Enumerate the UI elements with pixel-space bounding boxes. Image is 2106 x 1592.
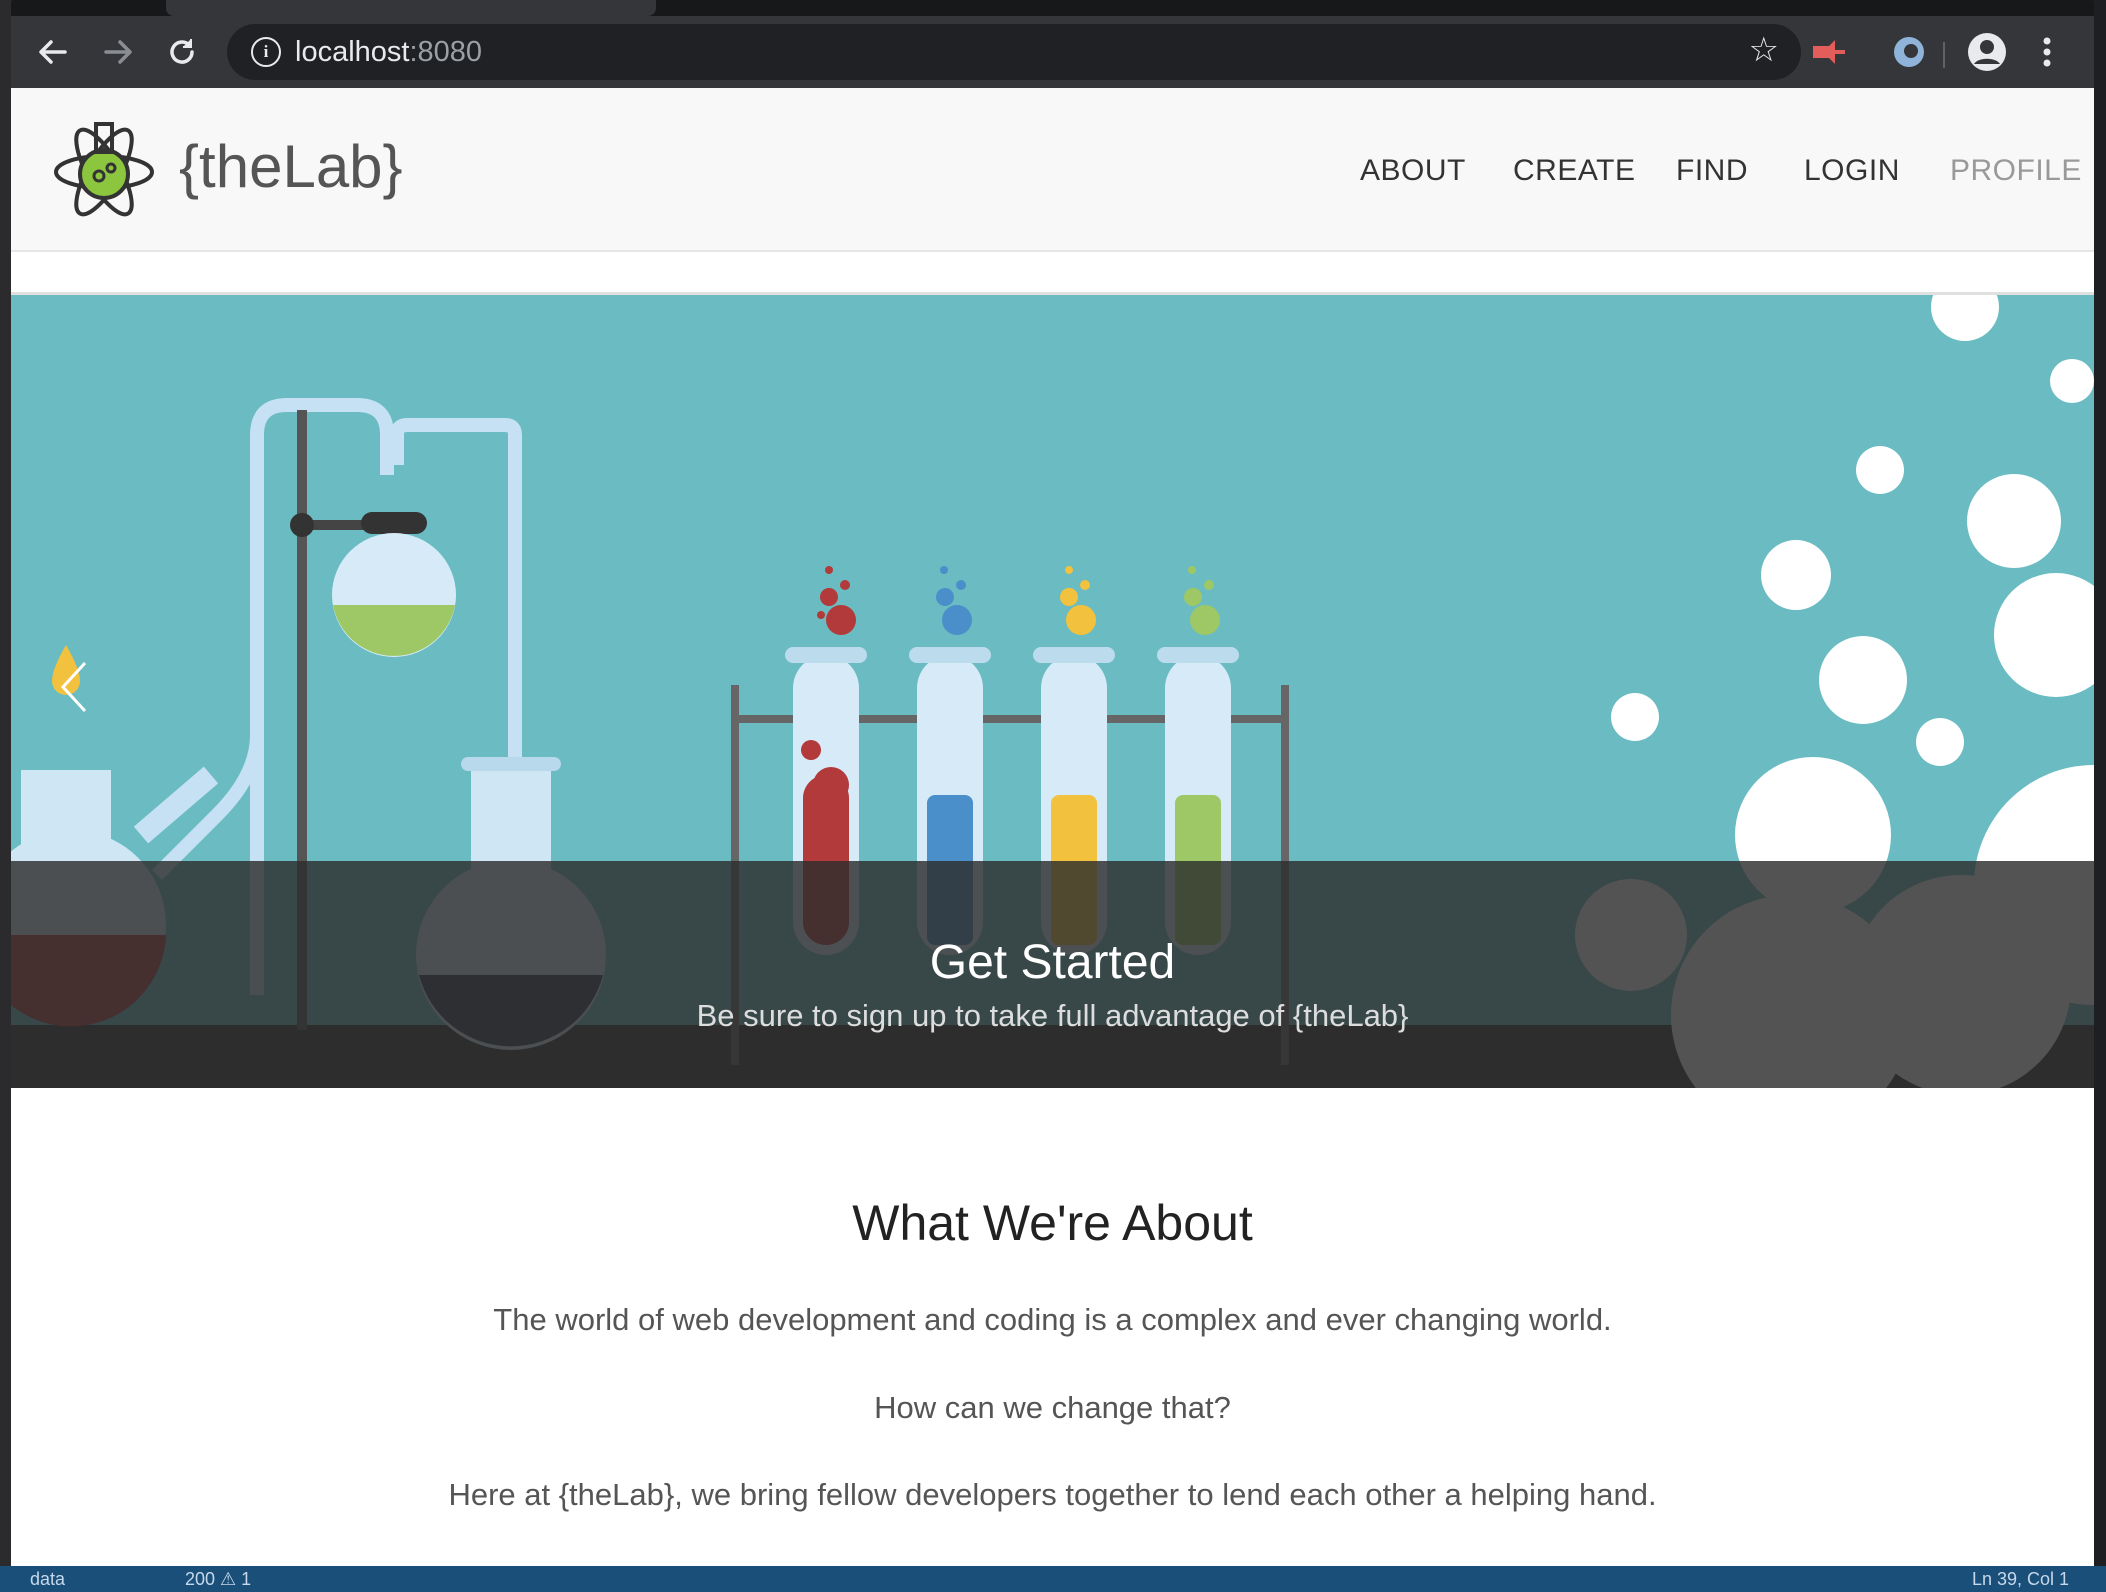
- hero-carousel: Get Started Be sure to sign up to take f…: [11, 292, 2094, 1091]
- page-viewport: {theLab} ABOUT CREATE FIND LOGIN PROFILE: [11, 88, 2094, 1566]
- nav-about[interactable]: ABOUT: [1360, 154, 1466, 188]
- back-button[interactable]: [31, 30, 75, 74]
- reload-button[interactable]: [160, 30, 204, 74]
- site-navbar: {theLab} ABOUT CREATE FIND LOGIN PROFILE: [11, 88, 2094, 252]
- carousel-caption-subtitle: Be sure to sign up to take full advantag…: [696, 998, 1409, 1033]
- about-paragraph: Here at {theLab}, we bring fellow develo…: [448, 1477, 1657, 1512]
- forward-button[interactable]: [96, 30, 140, 74]
- reload-icon: [170, 39, 194, 64]
- address-bar[interactable]: i localhost:8080 ☆: [227, 24, 1801, 80]
- toolbar-separator: [1943, 42, 1945, 68]
- desktop-edge: [0, 0, 11, 1592]
- browser-tab[interactable]: [166, 0, 656, 16]
- nav-login[interactable]: LOGIN: [1804, 154, 1900, 188]
- extension-cast-icon[interactable]: [1811, 34, 1847, 70]
- chevron-left-icon: [60, 661, 87, 713]
- carousel-caption-title: Get Started: [929, 936, 1176, 989]
- about-section: What We're About The world of web develo…: [11, 1088, 2094, 1566]
- brand-name[interactable]: {theLab}: [179, 132, 403, 201]
- editor-status-bar: data 200 ⚠ 1 Ln 39, Col 1: [0, 1566, 2106, 1592]
- nav-create[interactable]: CREATE: [1513, 154, 1635, 188]
- nav-find[interactable]: FIND: [1676, 154, 1748, 188]
- tab-strip: [11, 0, 2094, 16]
- about-paragraph: How can we change that?: [874, 1390, 1231, 1425]
- browser-toolbar: i localhost:8080 ☆: [11, 16, 2094, 88]
- url-host: localhost: [295, 36, 410, 68]
- atom-logo-icon[interactable]: [51, 116, 157, 222]
- profile-avatar-icon[interactable]: [1967, 32, 2007, 72]
- nav-profile[interactable]: PROFILE: [1950, 154, 2082, 188]
- browser-window: i localhost:8080 ☆ {theLab} ABOUT CREATE…: [11, 0, 2094, 1566]
- status-cursor-position: Ln 39, Col 1: [1972, 1569, 2070, 1589]
- status-problem-counts: 200 ⚠ 1: [185, 1569, 252, 1589]
- about-paragraph: The world of web development and coding …: [493, 1302, 1612, 1337]
- arrow-left-icon: [39, 40, 67, 64]
- kebab-menu-icon[interactable]: [2029, 34, 2065, 70]
- about-title: What We're About: [852, 1195, 1253, 1251]
- star-icon[interactable]: ☆: [1749, 30, 1779, 70]
- info-icon[interactable]: i: [251, 37, 281, 67]
- carousel-prev-button[interactable]: [55, 657, 95, 717]
- arrow-right-icon: [104, 40, 132, 64]
- url-text: localhost:8080: [295, 36, 482, 69]
- url-port: :8080: [409, 36, 483, 68]
- extension-circle-icon[interactable]: [1891, 34, 1927, 70]
- status-branch: data: [30, 1569, 66, 1589]
